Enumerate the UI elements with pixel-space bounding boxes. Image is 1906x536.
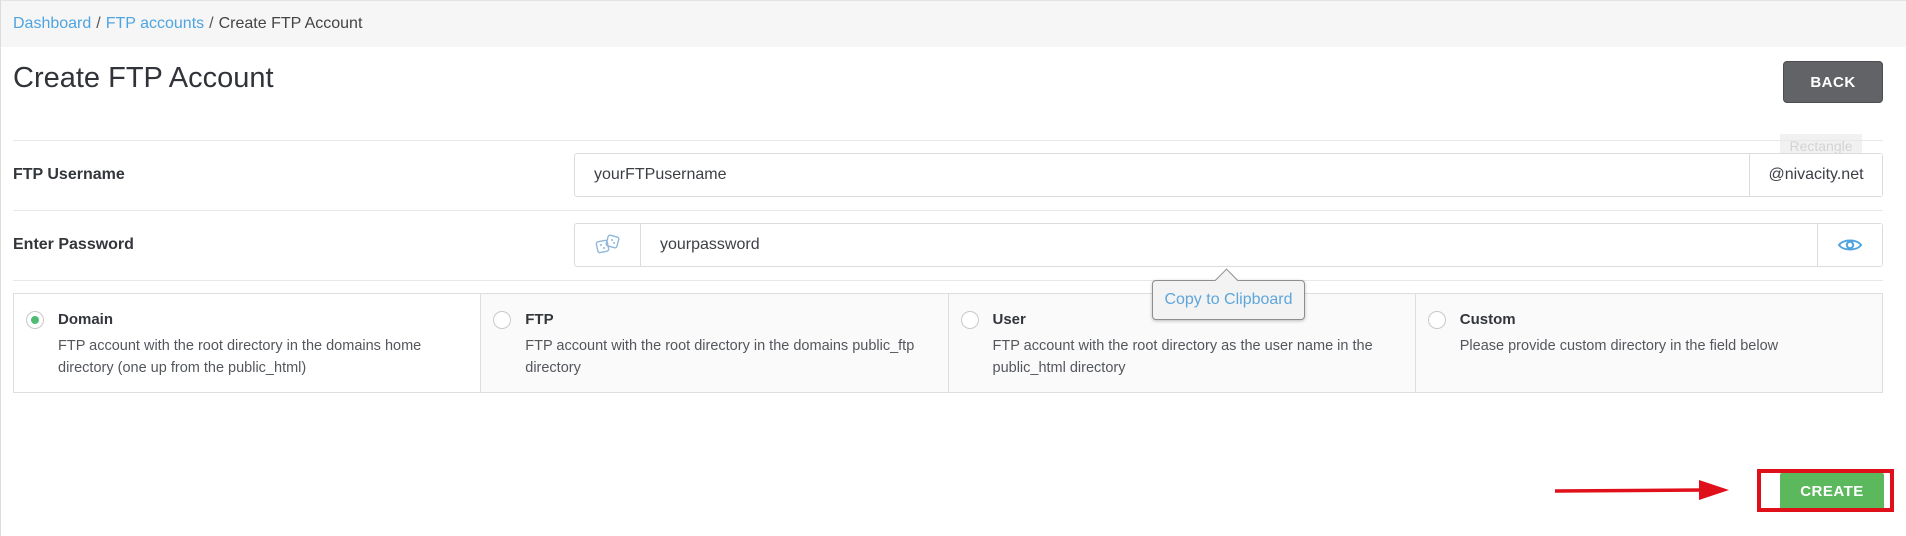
option-title: Domain: [58, 311, 114, 328]
option-title: Custom: [1459, 311, 1516, 328]
divider: [13, 280, 1883, 281]
breadcrumb-current: Create FTP Account: [218, 15, 363, 32]
domain-suffix: @nivacity.net: [1749, 154, 1882, 196]
option-title: FTP: [525, 311, 554, 328]
option-description: FTP account with the root directory in t…: [58, 338, 422, 376]
breadcrumb: Dashboard / FTP accounts / Create FTP Ac…: [1, 0, 1906, 47]
ftp-username-label: FTP Username: [13, 166, 125, 183]
toggle-password-visibility-button[interactable]: [1817, 224, 1882, 266]
directory-option-ftp[interactable]: FTP FTP account with the root directory …: [481, 294, 949, 392]
directory-options: Domain FTP account with the root directo…: [13, 293, 1883, 393]
eye-icon: [1838, 239, 1862, 251]
radio-button[interactable]: [493, 311, 512, 329]
back-button[interactable]: BACK: [1783, 61, 1883, 103]
password-input[interactable]: [641, 224, 1817, 266]
option-description: FTP account with the root directory as t…: [992, 338, 1373, 376]
ftp-username-input[interactable]: [575, 154, 1749, 196]
directory-option-custom[interactable]: Custom Please provide custom directory i…: [1415, 294, 1882, 392]
breadcrumb-separator: /: [209, 15, 214, 32]
generate-password-button[interactable]: [575, 224, 641, 266]
annotation-arrow-icon: [1554, 480, 1729, 500]
page-title: Create FTP Account: [13, 62, 274, 94]
breadcrumb-link-dashboard[interactable]: Dashboard: [13, 15, 91, 33]
divider: [13, 210, 1883, 211]
ftp-username-group: @nivacity.net: [574, 153, 1883, 197]
radio-button[interactable]: [1427, 311, 1446, 329]
breadcrumb-separator: /: [96, 15, 101, 32]
copy-to-clipboard-tooltip[interactable]: Copy to Clipboard: [1152, 268, 1305, 320]
radio-button[interactable]: [26, 311, 44, 329]
tooltip-label: Copy to Clipboard: [1164, 291, 1293, 308]
option-description: Please provide custom directory in the f…: [1459, 338, 1779, 354]
create-button[interactable]: CREATE: [1780, 473, 1884, 509]
password-group: [574, 223, 1883, 267]
option-description: FTP account with the root directory in t…: [525, 338, 915, 376]
option-title: User: [992, 311, 1026, 328]
breadcrumb-link-ftp-accounts[interactable]: FTP accounts: [106, 15, 204, 33]
radio-button[interactable]: [960, 311, 979, 329]
divider: [13, 140, 1883, 141]
tooltip-caret: [1214, 268, 1239, 293]
directory-option-domain[interactable]: Domain FTP account with the root directo…: [14, 294, 482, 392]
dice-icon: [595, 234, 619, 254]
password-label: Enter Password: [13, 236, 134, 253]
